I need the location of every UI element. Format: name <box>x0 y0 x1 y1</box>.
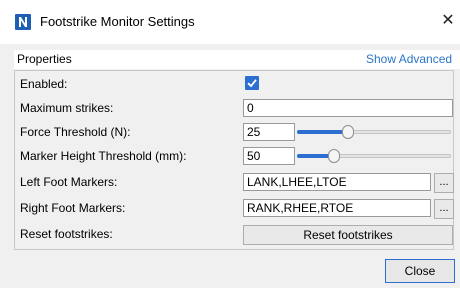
show-advanced-link[interactable]: Show Advanced <box>366 52 452 66</box>
row-enabled: Enabled: <box>15 73 453 95</box>
marker-height-slider[interactable] <box>297 149 455 163</box>
right-foot-markers-input[interactable]: RANK,RHEE,RTOE <box>243 199 431 217</box>
properties-label: Properties <box>17 52 72 66</box>
marker-height-input[interactable]: 50 <box>243 147 295 165</box>
slider-thumb[interactable] <box>342 125 354 139</box>
right-foot-markers-label: Right Foot Markers: <box>20 201 126 215</box>
property-grid: Enabled: Maximum strikes: 0 Force Thresh… <box>14 70 454 250</box>
reset-footstrikes-button[interactable]: Reset footstrikes <box>243 225 453 245</box>
row-marker-height: Marker Height Threshold (mm): 50 <box>15 145 453 167</box>
close-button[interactable]: Close <box>385 259 455 283</box>
row-max-strikes: Maximum strikes: 0 <box>15 97 453 119</box>
close-window-button[interactable]: ✕ <box>437 10 459 32</box>
row-right-foot-markers: Right Foot Markers: RANK,RHEE,RTOE ... <box>15 197 454 219</box>
row-reset-footstrikes: Reset footstrikes: Reset footstrikes <box>15 223 453 245</box>
left-foot-browse-button[interactable]: ... <box>434 173 454 193</box>
left-foot-markers-input[interactable]: LANK,LHEE,LTOE <box>243 173 431 191</box>
n-logo-icon <box>15 14 31 30</box>
force-threshold-input[interactable]: 25 <box>243 123 295 141</box>
row-force-threshold: Force Threshold (N): 25 <box>15 121 453 143</box>
right-foot-browse-button[interactable]: ... <box>434 199 454 219</box>
marker-height-label: Marker Height Threshold (mm): <box>20 149 187 163</box>
slider-thumb[interactable] <box>328 149 340 163</box>
settings-dialog: Footstrike Monitor Settings ✕ Properties… <box>0 0 460 288</box>
properties-header: Properties Show Advanced <box>14 50 460 69</box>
title-bar: Footstrike Monitor Settings ✕ <box>0 0 460 44</box>
slider-fill <box>297 130 348 134</box>
enabled-checkbox[interactable] <box>245 76 259 90</box>
check-icon <box>247 79 257 88</box>
max-strikes-label: Maximum strikes: <box>20 101 114 115</box>
row-left-foot-markers: Left Foot Markers: LANK,LHEE,LTOE ... <box>15 171 454 193</box>
max-strikes-input[interactable]: 0 <box>243 99 453 117</box>
force-threshold-slider[interactable] <box>297 125 455 139</box>
reset-footstrikes-label: Reset footstrikes: <box>20 227 113 241</box>
left-foot-markers-label: Left Foot Markers: <box>20 175 118 189</box>
enabled-label: Enabled: <box>20 77 68 91</box>
force-threshold-label: Force Threshold (N): <box>20 125 131 139</box>
window-title: Footstrike Monitor Settings <box>40 14 195 29</box>
